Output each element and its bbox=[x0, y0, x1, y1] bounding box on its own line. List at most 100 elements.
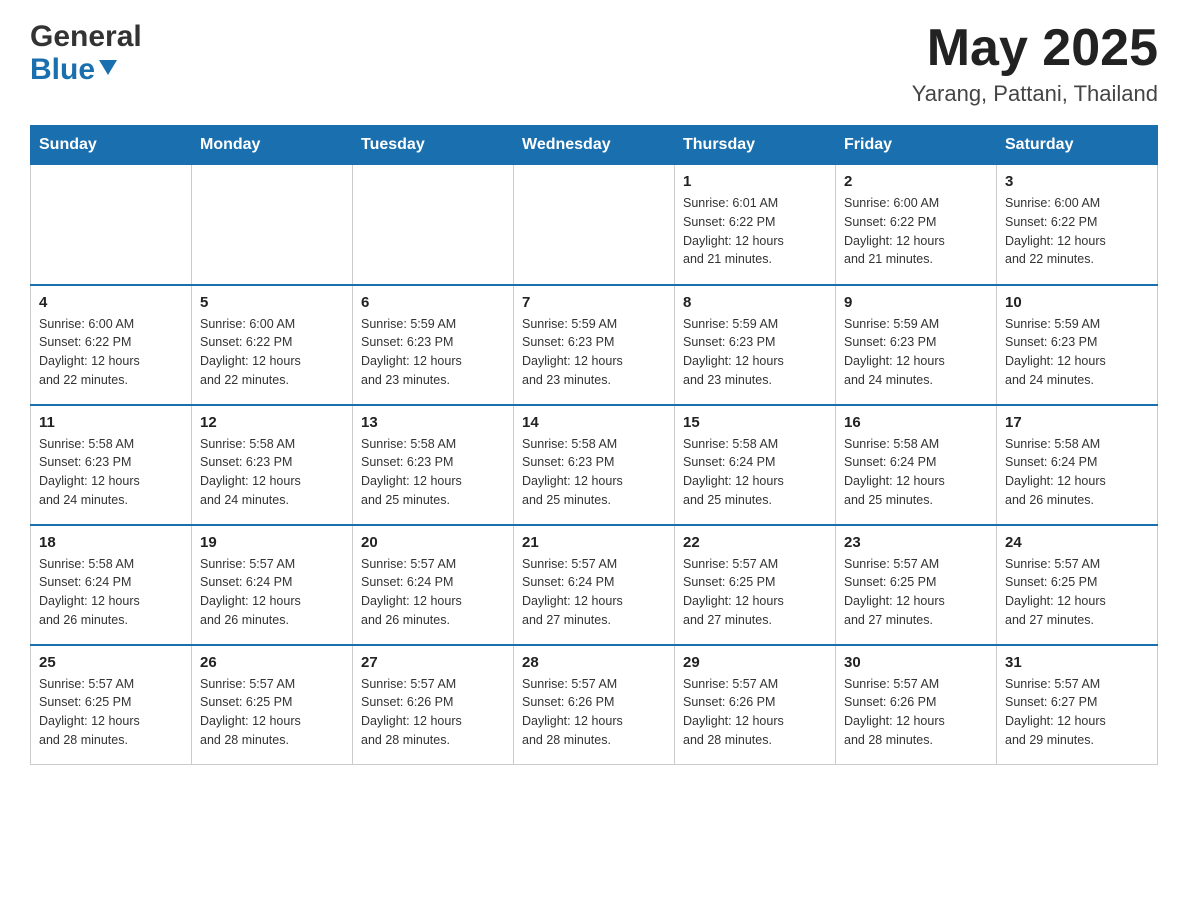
day-info: Sunrise: 5:59 AMSunset: 6:23 PMDaylight:… bbox=[1005, 315, 1149, 390]
day-number: 5 bbox=[200, 294, 344, 311]
day-info: Sunrise: 6:00 AMSunset: 6:22 PMDaylight:… bbox=[39, 315, 183, 390]
day-number: 21 bbox=[522, 534, 666, 551]
calendar-cell-w5-d5: 30 Sunrise: 5:57 AMSunset: 6:26 PMDayligh… bbox=[836, 645, 997, 765]
month-title: May 2025 bbox=[912, 20, 1158, 77]
day-number: 14 bbox=[522, 414, 666, 431]
day-number: 24 bbox=[1005, 534, 1149, 551]
day-info: Sunrise: 5:58 AMSunset: 6:24 PMDaylight:… bbox=[39, 555, 183, 630]
calendar-week-5: 25Sunrise: 5:57 AMSunset: 6:25 PMDayligh… bbox=[31, 645, 1158, 765]
day-info: Sunrise: 5:57 AMSunset: 6:26 PMDaylight:… bbox=[361, 675, 505, 750]
day-info: Sunrise: 5:58 AMSunset: 6:23 PMDaylight:… bbox=[361, 435, 505, 510]
day-info: Sunrise: 5:57 AMSunset: 6:25 PMDaylight:… bbox=[844, 555, 988, 630]
calendar-week-3: 11Sunrise: 5:58 AMSunset: 6:23 PMDayligh… bbox=[31, 405, 1158, 525]
day-number: 28 bbox=[522, 654, 666, 671]
calendar-cell-w3-d1: 12 Sunrise: 5:58 AMSunset: 6:23 PMDayligh… bbox=[192, 405, 353, 525]
day-info: Sunrise: 5:57 AMSunset: 6:24 PMDaylight:… bbox=[522, 555, 666, 630]
calendar-cell-w1-d6: 3Sunrise: 6:00 AMSunset: 6:22 PMDaylight… bbox=[997, 165, 1158, 285]
day-info: Sunrise: 5:58 AMSunset: 6:23 PMDaylight:… bbox=[39, 435, 183, 510]
calendar-cell-w3-d2: 13 Sunrise: 5:58 AMSunset: 6:23 PMDayligh… bbox=[353, 405, 514, 525]
header-thursday: Thursday bbox=[675, 126, 836, 165]
day-number: 17 bbox=[1005, 414, 1149, 431]
calendar-cell-w3-d3: 14 Sunrise: 5:58 AMSunset: 6:23 PMDayligh… bbox=[514, 405, 675, 525]
day-number: 8 bbox=[683, 294, 827, 311]
calendar-cell-w1-d0 bbox=[31, 165, 192, 285]
day-number: 26 bbox=[200, 654, 344, 671]
day-number: 15 bbox=[683, 414, 827, 431]
calendar-cell-w1-d5: 2 Sunrise: 6:00 AMSunset: 6:22 PMDaylight… bbox=[836, 165, 997, 285]
day-info: Sunrise: 6:00 AMSunset: 6:22 PMDaylight:… bbox=[844, 194, 988, 269]
day-info: Sunrise: 5:58 AMSunset: 6:23 PMDaylight:… bbox=[200, 435, 344, 510]
day-number: 4 bbox=[39, 294, 183, 311]
header-sunday: Sunday bbox=[31, 126, 192, 165]
title-block: May 2025 Yarang, Pattani, Thailand bbox=[912, 20, 1158, 107]
day-info: Sunrise: 5:57 AMSunset: 6:27 PMDaylight:… bbox=[1005, 675, 1149, 750]
day-number: 9 bbox=[844, 294, 988, 311]
calendar-cell-w4-d6: 24 Sunrise: 5:57 AMSunset: 6:25 PMDayligh… bbox=[997, 525, 1158, 645]
header-friday: Friday bbox=[836, 126, 997, 165]
calendar-cell-w3-d0: 11Sunrise: 5:58 AMSunset: 6:23 PMDayligh… bbox=[31, 405, 192, 525]
day-number: 7 bbox=[522, 294, 666, 311]
calendar-week-4: 18Sunrise: 5:58 AMSunset: 6:24 PMDayligh… bbox=[31, 525, 1158, 645]
day-info: Sunrise: 5:58 AMSunset: 6:24 PMDaylight:… bbox=[1005, 435, 1149, 510]
calendar-cell-w4-d4: 22 Sunrise: 5:57 AMSunset: 6:25 PMDayligh… bbox=[675, 525, 836, 645]
calendar-table: Sunday Monday Tuesday Wednesday Thursday… bbox=[30, 125, 1158, 765]
day-info: Sunrise: 6:00 AMSunset: 6:22 PMDaylight:… bbox=[200, 315, 344, 390]
header-wednesday: Wednesday bbox=[514, 126, 675, 165]
day-info: Sunrise: 5:59 AMSunset: 6:23 PMDaylight:… bbox=[683, 315, 827, 390]
day-number: 3 bbox=[1005, 173, 1149, 190]
day-number: 23 bbox=[844, 534, 988, 551]
day-info: Sunrise: 5:57 AMSunset: 6:26 PMDaylight:… bbox=[844, 675, 988, 750]
calendar-week-1: 1 Sunrise: 6:01 AMSunset: 6:22 PMDaylight… bbox=[31, 165, 1158, 285]
day-number: 22 bbox=[683, 534, 827, 551]
calendar-cell-w3-d5: 16 Sunrise: 5:58 AMSunset: 6:24 PMDayligh… bbox=[836, 405, 997, 525]
calendar-cell-w4-d1: 19 Sunrise: 5:57 AMSunset: 6:24 PMDayligh… bbox=[192, 525, 353, 645]
calendar-cell-w2-d3: 7 Sunrise: 5:59 AMSunset: 6:23 PMDaylight… bbox=[514, 285, 675, 405]
calendar-cell-w2-d4: 8 Sunrise: 5:59 AMSunset: 6:23 PMDaylight… bbox=[675, 285, 836, 405]
day-number: 13 bbox=[361, 414, 505, 431]
logo-blue: Blue bbox=[30, 53, 142, 86]
day-info: Sunrise: 5:57 AMSunset: 6:25 PMDaylight:… bbox=[683, 555, 827, 630]
page-header: General Blue May 2025 Yarang, Pattani, T… bbox=[30, 20, 1158, 107]
day-info: Sunrise: 5:58 AMSunset: 6:24 PMDaylight:… bbox=[683, 435, 827, 510]
day-number: 29 bbox=[683, 654, 827, 671]
calendar-cell-w2-d2: 6 Sunrise: 5:59 AMSunset: 6:23 PMDaylight… bbox=[353, 285, 514, 405]
calendar-cell-w5-d6: 31Sunrise: 5:57 AMSunset: 6:27 PMDayligh… bbox=[997, 645, 1158, 765]
calendar-cell-w1-d2 bbox=[353, 165, 514, 285]
day-info: Sunrise: 6:01 AMSunset: 6:22 PMDaylight:… bbox=[683, 194, 827, 269]
day-info: Sunrise: 5:57 AMSunset: 6:26 PMDaylight:… bbox=[522, 675, 666, 750]
day-info: Sunrise: 5:58 AMSunset: 6:23 PMDaylight:… bbox=[522, 435, 666, 510]
day-info: Sunrise: 5:57 AMSunset: 6:25 PMDaylight:… bbox=[39, 675, 183, 750]
header-monday: Monday bbox=[192, 126, 353, 165]
day-number: 12 bbox=[200, 414, 344, 431]
calendar-cell-w1-d4: 1 Sunrise: 6:01 AMSunset: 6:22 PMDaylight… bbox=[675, 165, 836, 285]
calendar-cell-w3-d4: 15 Sunrise: 5:58 AMSunset: 6:24 PMDayligh… bbox=[675, 405, 836, 525]
location-title: Yarang, Pattani, Thailand bbox=[912, 81, 1158, 107]
day-info: Sunrise: 5:58 AMSunset: 6:24 PMDaylight:… bbox=[844, 435, 988, 510]
calendar-cell-w5-d3: 28 Sunrise: 5:57 AMSunset: 6:26 PMDayligh… bbox=[514, 645, 675, 765]
day-number: 20 bbox=[361, 534, 505, 551]
logo-triangle-icon bbox=[99, 60, 117, 75]
day-info: Sunrise: 5:57 AMSunset: 6:25 PMDaylight:… bbox=[200, 675, 344, 750]
calendar-cell-w1-d3 bbox=[514, 165, 675, 285]
calendar-cell-w2-d6: 10 Sunrise: 5:59 AMSunset: 6:23 PMDayligh… bbox=[997, 285, 1158, 405]
day-number: 1 bbox=[683, 173, 827, 190]
day-number: 16 bbox=[844, 414, 988, 431]
day-number: 30 bbox=[844, 654, 988, 671]
day-number: 6 bbox=[361, 294, 505, 311]
header-tuesday: Tuesday bbox=[353, 126, 514, 165]
header-saturday: Saturday bbox=[997, 126, 1158, 165]
day-number: 2 bbox=[844, 173, 988, 190]
day-info: Sunrise: 5:59 AMSunset: 6:23 PMDaylight:… bbox=[844, 315, 988, 390]
calendar-cell-w5-d1: 26 Sunrise: 5:57 AMSunset: 6:25 PMDayligh… bbox=[192, 645, 353, 765]
day-info: Sunrise: 5:57 AMSunset: 6:24 PMDaylight:… bbox=[200, 555, 344, 630]
day-info: Sunrise: 5:57 AMSunset: 6:25 PMDaylight:… bbox=[1005, 555, 1149, 630]
calendar-cell-w2-d1: 5 Sunrise: 6:00 AMSunset: 6:22 PMDaylight… bbox=[192, 285, 353, 405]
day-info: Sunrise: 5:57 AMSunset: 6:26 PMDaylight:… bbox=[683, 675, 827, 750]
day-info: Sunrise: 5:59 AMSunset: 6:23 PMDaylight:… bbox=[361, 315, 505, 390]
day-number: 19 bbox=[200, 534, 344, 551]
logo: General Blue bbox=[30, 20, 142, 86]
day-info: Sunrise: 5:59 AMSunset: 6:23 PMDaylight:… bbox=[522, 315, 666, 390]
calendar-cell-w4-d0: 18Sunrise: 5:58 AMSunset: 6:24 PMDayligh… bbox=[31, 525, 192, 645]
day-number: 10 bbox=[1005, 294, 1149, 311]
logo-general: General bbox=[30, 20, 142, 53]
